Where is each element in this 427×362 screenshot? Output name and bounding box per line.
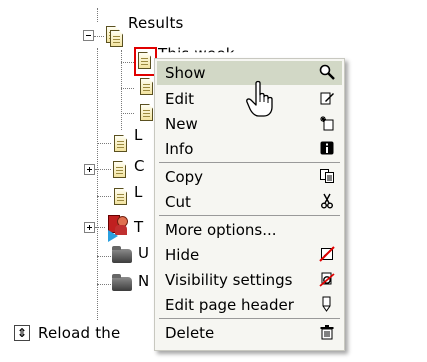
info-icon	[318, 140, 336, 158]
hide-icon	[318, 246, 336, 264]
tree-item-label[interactable]: L	[134, 183, 143, 201]
tree-item-label[interactable]: L	[134, 126, 143, 144]
menu-item-visibility-settings[interactable]: Visibility settings	[157, 268, 342, 292]
menu-separator	[159, 318, 340, 319]
magnifier-icon	[318, 64, 336, 82]
collapse-toggle[interactable]	[83, 30, 94, 41]
folder-icon	[112, 274, 132, 291]
edit-icon	[318, 90, 336, 108]
visibility-icon	[318, 271, 336, 289]
menu-item-delete[interactable]: Delete	[157, 321, 342, 345]
tree-line	[95, 169, 111, 170]
tree-line	[121, 62, 134, 63]
tree-line	[121, 113, 134, 114]
menu-item-copy[interactable]: Copy	[157, 165, 342, 189]
reload-tree-link[interactable]: Reload the	[38, 324, 120, 342]
tree-item-label[interactable]: T	[134, 218, 143, 236]
menu-item-cut[interactable]: Cut	[157, 190, 342, 214]
menu-item-label: Edit page header	[165, 296, 294, 314]
menu-item-label: Delete	[165, 324, 215, 342]
tree-line	[97, 48, 98, 320]
menu-item-hide[interactable]: Hide	[157, 243, 342, 267]
expand-toggle[interactable]	[84, 164, 95, 175]
page-icon	[113, 161, 126, 178]
menu-item-label: Show	[165, 64, 206, 82]
page-icon	[140, 78, 153, 95]
menu-item-label: Edit	[165, 90, 195, 108]
folder-icon	[112, 246, 132, 263]
tree-line	[97, 8, 98, 22]
menu-item-label: Visibility settings	[165, 271, 293, 289]
tree-item-label[interactable]: C	[134, 157, 145, 175]
reload-icon[interactable]: ⇕	[14, 325, 30, 341]
menu-item-label: Copy	[165, 168, 204, 186]
page-icon	[140, 104, 153, 121]
page-icon	[110, 30, 123, 47]
tree-line	[94, 36, 104, 37]
tree-line	[97, 284, 111, 285]
trash-icon	[318, 324, 336, 342]
menu-item-label: New	[165, 115, 198, 133]
menu-item-info[interactable]: Info	[157, 137, 342, 161]
menu-item-edit-page-header[interactable]: Edit page header	[157, 293, 342, 317]
menu-item-label: More options...	[165, 221, 277, 239]
tree-line	[97, 143, 111, 144]
tree-line	[121, 88, 134, 89]
pencil-icon	[318, 296, 336, 314]
hand-cursor-icon	[245, 80, 277, 118]
tree-line	[95, 227, 105, 228]
tree-line	[97, 196, 111, 197]
page-icon	[114, 135, 127, 152]
tree-item-label[interactable]: U	[138, 244, 149, 262]
menu-separator	[159, 162, 340, 163]
copy-icon	[318, 168, 336, 186]
new-icon	[318, 115, 336, 133]
tree-line	[97, 256, 111, 257]
tree-item-results[interactable]: Results	[128, 14, 184, 32]
tree-item-label[interactable]: N	[138, 272, 149, 290]
scissors-icon	[318, 193, 336, 211]
page-icon	[114, 188, 127, 205]
menu-item-label: Hide	[165, 246, 200, 264]
template-users-icon	[106, 214, 128, 242]
menu-separator	[159, 215, 340, 216]
menu-item-label: Info	[165, 140, 194, 158]
menu-item-more-options[interactable]: More options...	[157, 218, 342, 242]
menu-item-label: Cut	[165, 193, 191, 211]
expand-toggle[interactable]	[84, 222, 95, 233]
